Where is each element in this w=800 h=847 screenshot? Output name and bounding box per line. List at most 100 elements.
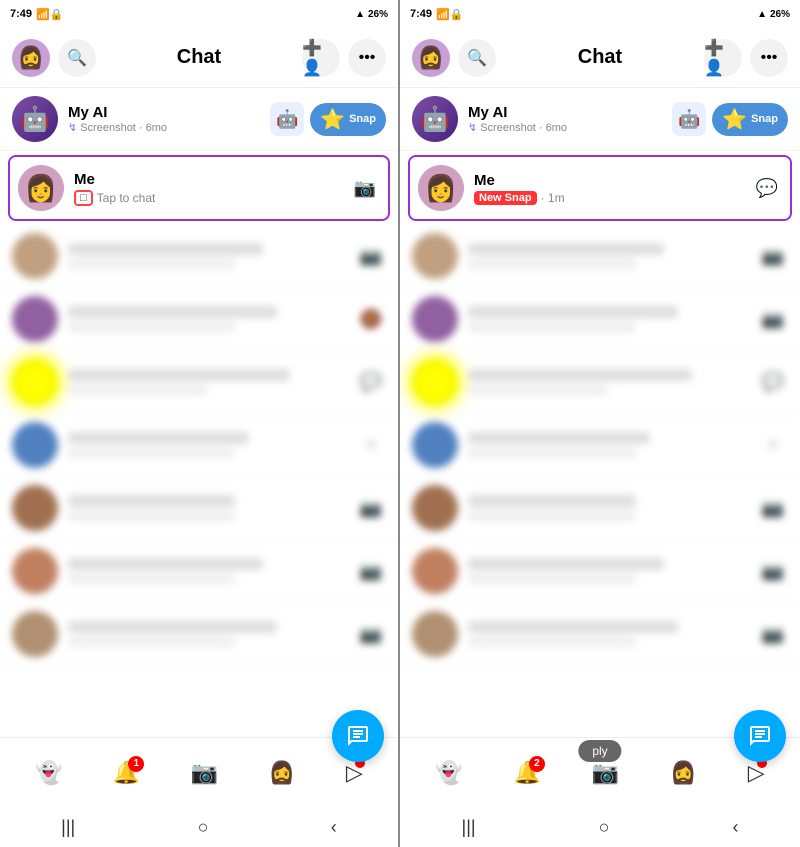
nav-avatar-right[interactable]: 🧔‍♀️ [670, 760, 697, 786]
blurred-item-5-left: 📷 [0, 477, 398, 540]
recents-btn-right[interactable]: ‹ [732, 817, 738, 838]
blurred-item-7-left: 📷 [0, 603, 398, 666]
myai-chat-item-right[interactable]: 🤖 My AI ↯ Screenshot · 6mo 🤖 ⭐ Snap [400, 88, 800, 151]
nav-discover-right[interactable]: ▷ [748, 760, 765, 786]
left-phone-panel: 7:49 📶🔒 ▲ 26% 🧔‍♀️ 🔍 Chat ➕👤 ••• 🤖 My AI… [0, 0, 400, 847]
nav-discover-left[interactable]: ▷ [346, 760, 363, 786]
myai-name-right: My AI [468, 104, 662, 121]
status-icons-right: 📶🔒 [436, 8, 463, 21]
home-btn-left[interactable]: ○ [198, 817, 209, 838]
blurred-avatar-5 [12, 485, 58, 531]
me-chat-item-right[interactable]: 👩 Me New Snap · 1m 💬 [408, 155, 792, 221]
blurred-item-4-right: ✕ [400, 414, 800, 477]
sys-nav-right: ||| ○ ‹ [400, 807, 800, 847]
time-left: 7:49 [10, 8, 32, 20]
nav-avatar-left[interactable]: 🧔‍♀️ [268, 760, 295, 786]
myai-chat-item-left[interactable]: 🤖 My AI ↯ Screenshot · 6mo 🤖 ⭐ Snap [0, 88, 398, 151]
blurred-avatar-r7 [412, 611, 458, 657]
blurred-item-5-right: 📷 [400, 477, 800, 540]
nav-bell-left[interactable]: 🔔 1 [113, 760, 140, 786]
nav-bell-right[interactable]: 🔔 2 [513, 760, 540, 786]
myai-sub-left: ↯ Screenshot · 6mo [68, 121, 260, 134]
status-right-right: ▲ 26% [757, 9, 790, 20]
me-info-left: Me □ Tap to chat [74, 171, 340, 206]
bell-badge-right: 2 [529, 756, 545, 772]
myai-actions-left: 🤖 ⭐ Snap [270, 102, 386, 136]
snap-button-left[interactable]: ⭐ Snap [310, 103, 386, 136]
blurred-item-4-left: ✕ [0, 414, 398, 477]
blurred-avatar-r1 [412, 233, 458, 279]
recents-btn-left[interactable]: ‹ [331, 817, 337, 838]
robot-icon-right: 🤖 [672, 102, 706, 136]
blurred-avatar-3 [12, 359, 58, 405]
blurred-avatar-r3 [412, 359, 458, 405]
header-right: 🧔‍♀️ 🔍 Chat ➕👤 ••• [400, 28, 800, 88]
status-bar-left: 7:49 📶🔒 ▲ 26% [0, 0, 398, 28]
add-friend-button-right[interactable]: ➕👤 [704, 39, 742, 77]
status-bar-right: 7:49 📶🔒 ▲ 26% [400, 0, 800, 28]
me-name-right: Me [474, 172, 742, 189]
blurred-avatar-r5 [412, 485, 458, 531]
blurred-item-2-left: 🔕 [0, 288, 398, 351]
blurred-avatar-4 [12, 422, 58, 468]
search-button-left[interactable]: 🔍 [58, 39, 96, 77]
me-name-left: Me [74, 171, 340, 188]
back-btn-left[interactable]: ||| [61, 817, 75, 838]
robot-icon-left: 🤖 [270, 102, 304, 136]
me-info-right: Me New Snap · 1m [474, 172, 742, 205]
status-right-left: ▲ 26% [355, 9, 388, 20]
blurred-item-6-left: 📷 [0, 540, 398, 603]
blurred-avatar-r4 [412, 422, 458, 468]
myai-avatar-left: 🤖 [12, 96, 58, 142]
home-btn-right[interactable]: ○ [599, 817, 610, 838]
header-title-left: Chat [104, 46, 294, 69]
nav-camera-right[interactable]: 📷 [592, 760, 619, 786]
me-sub-left: □ Tap to chat [74, 190, 340, 206]
profile-avatar-left[interactable]: 🧔‍♀️ [12, 39, 50, 77]
new-snap-badge: New Snap [474, 191, 537, 205]
me-action-right: 💬 [752, 173, 782, 203]
me-avatar-right: 👩 [418, 165, 464, 211]
blurred-avatar-6 [12, 548, 58, 594]
blurred-item-7-right: 📷 [400, 603, 800, 666]
back-btn-right[interactable]: ||| [462, 817, 476, 838]
myai-sub-right: ↯ Screenshot · 6mo [468, 121, 662, 134]
blurred-item-6-right: 📷 [400, 540, 800, 603]
chat-list-right: 🤖 My AI ↯ Screenshot · 6mo 🤖 ⭐ Snap 👩 [400, 88, 800, 737]
search-button-right[interactable]: 🔍 [458, 39, 496, 77]
blurred-avatar-r2 [412, 296, 458, 342]
me-chat-item-left[interactable]: 👩 Me □ Tap to chat 📷 [8, 155, 390, 221]
header-title-right: Chat [504, 46, 696, 69]
blurred-item-1-left: 📷 [0, 225, 398, 288]
blurred-item-3-left: 💬 [0, 351, 398, 414]
profile-avatar-right[interactable]: 🧔‍♀️ [412, 39, 450, 77]
blurred-avatar-2 [12, 296, 58, 342]
me-sub-right: New Snap · 1m [474, 191, 742, 205]
me-avatar-left: 👩 [18, 165, 64, 211]
blurred-avatar-r6 [412, 548, 458, 594]
myai-actions-right: 🤖 ⭐ Snap [672, 102, 788, 136]
chat-list-left: 🤖 My AI ↯ Screenshot · 6mo 🤖 ⭐ Snap 👩 [0, 88, 398, 737]
myai-avatar-right: 🤖 [412, 96, 458, 142]
compose-fab-left[interactable] [332, 710, 384, 762]
more-options-right[interactable]: ••• [750, 39, 788, 77]
header-left: 🧔‍♀️ 🔍 Chat ➕👤 ••• [0, 28, 398, 88]
myai-info-right: My AI ↯ Screenshot · 6mo [468, 104, 662, 134]
snap-button-right[interactable]: ⭐ Snap [712, 103, 788, 136]
nav-map-right[interactable]: 👻 [435, 760, 462, 786]
blurred-avatar-7 [12, 611, 58, 657]
blurred-item-2-right: 📷 [400, 288, 800, 351]
myai-info-left: My AI ↯ Screenshot · 6mo [68, 104, 260, 134]
time-right: 7:49 [410, 8, 432, 20]
nav-map-left[interactable]: 👻 [35, 760, 62, 786]
bell-badge-left: 1 [128, 756, 144, 772]
add-friend-button-left[interactable]: ➕👤 [302, 39, 340, 77]
right-phone-panel: 7:49 📶🔒 ▲ 26% 🧔‍♀️ 🔍 Chat ➕👤 ••• 🤖 My AI… [400, 0, 800, 847]
nav-camera-left[interactable]: 📷 [191, 760, 218, 786]
blurred-avatar-1 [12, 233, 58, 279]
blurred-item-1-right: 📷 [400, 225, 800, 288]
me-action-left: 📷 [350, 173, 380, 203]
more-options-left[interactable]: ••• [348, 39, 386, 77]
status-icons-left: 📶🔒 [36, 8, 63, 21]
compose-fab-right[interactable] [734, 710, 786, 762]
